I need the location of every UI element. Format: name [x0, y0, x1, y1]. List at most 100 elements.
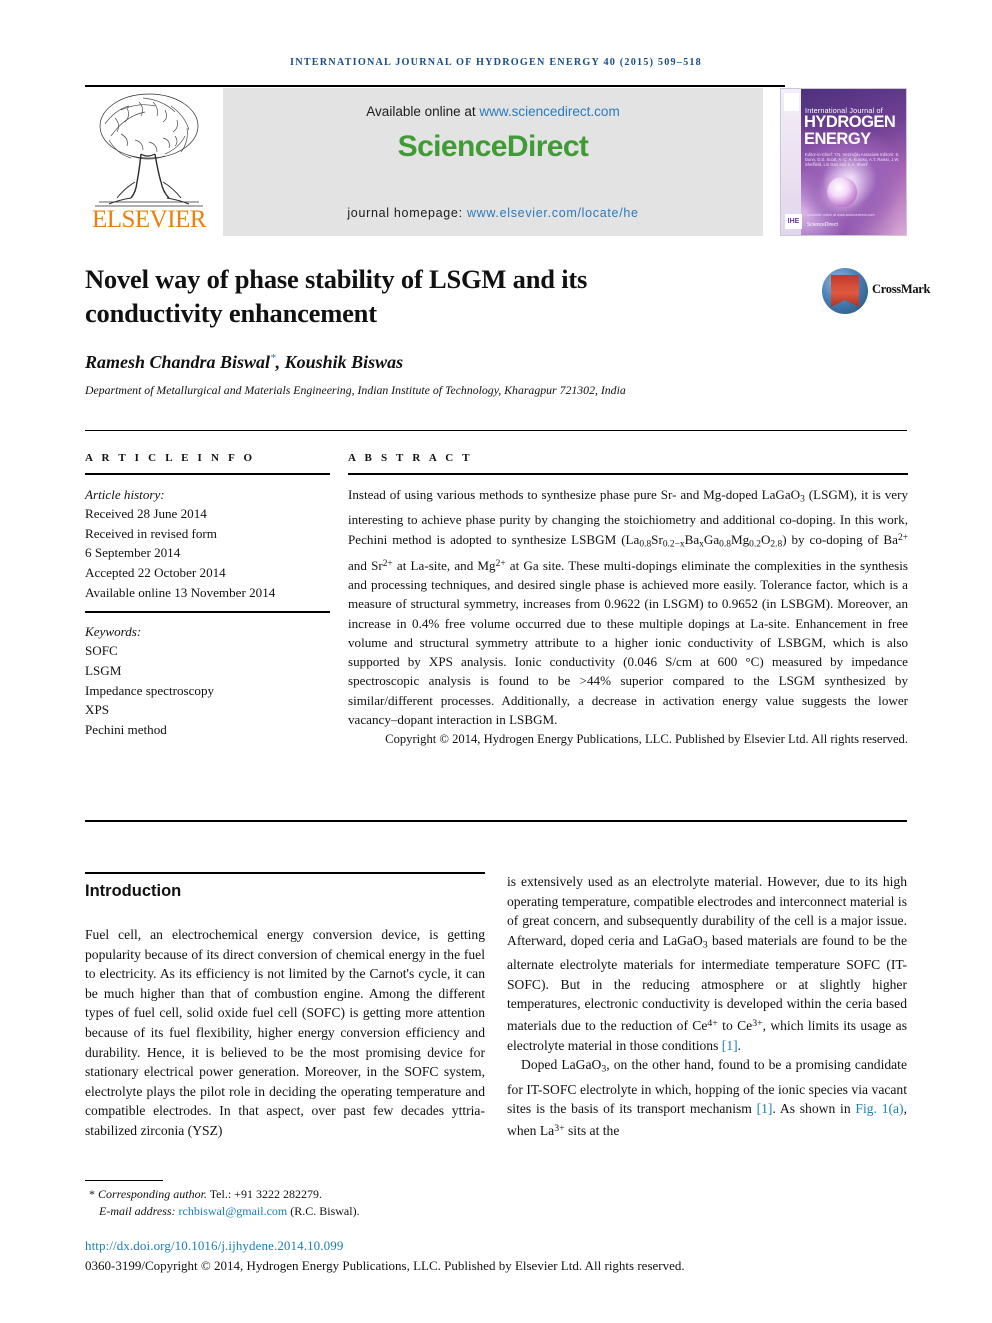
info-section-rule — [85, 430, 907, 431]
crossmark-book-icon — [831, 275, 859, 307]
sciencedirect-url-link[interactable]: www.sciencedirect.com — [479, 104, 619, 119]
article-info-underline — [85, 473, 330, 475]
cover-imprint-badge: IHE — [785, 214, 802, 229]
right2-seg-a: Doped LaGaO — [521, 1057, 602, 1073]
history-item: Received in revised form — [85, 525, 217, 541]
running-head-text: International Journal of Hydrogen Energy… — [290, 57, 702, 68]
issn-copyright-line: 0360-3199/Copyright © 2014, Hydrogen Ene… — [85, 1258, 685, 1273]
abstract-seg-1: Instead of using various methods to synt… — [348, 486, 801, 502]
cover-elsevier-icon — [784, 93, 799, 111]
doi-link-wrapper[interactable]: http://dx.doi.org/10.1016/j.ijhydene.201… — [85, 1238, 343, 1254]
charge-ce3: 3+ — [752, 1017, 763, 1029]
author-list: Ramesh Chandra Biswal*, Koushik Biswas — [85, 352, 785, 373]
right2-seg-c: . As shown in — [772, 1101, 856, 1117]
footnote-rule — [85, 1180, 163, 1181]
keyword-item: Pechini method — [85, 721, 167, 737]
journal-running-head: International Journal of Hydrogen Energy… — [0, 56, 992, 68]
journal-homepage-link[interactable]: www.elsevier.com/locate/he — [467, 206, 639, 220]
formula-sub-mg: 0.2 — [749, 539, 761, 550]
charge-ba: 2+ — [897, 532, 909, 543]
journal-homepage-prefix: journal homepage: — [347, 206, 467, 220]
corresponding-author-note: * Corresponding author. Tel.: +91 3222 2… — [85, 1186, 505, 1203]
header-rule — [85, 85, 785, 87]
formula-sr: Sr — [651, 531, 663, 547]
formula-sub-la: 0.8 — [639, 539, 652, 550]
abstract-text: Instead of using various methods to synt… — [348, 485, 908, 730]
cover-title-line2: ENERGY — [804, 130, 871, 148]
sciencedirect-logo-part1: Science — [397, 130, 508, 163]
formula-o: O — [760, 531, 771, 547]
footnote-asterisk: * — [89, 1187, 95, 1201]
history-item: Received 28 June 2014 — [85, 506, 207, 522]
available-online-line: Available online at www.sciencedirect.co… — [223, 104, 763, 119]
body-column-right: is extensively used as an electrolyte ma… — [507, 872, 907, 1140]
doi-link[interactable]: http://dx.doi.org/10.1016/j.ijhydene.201… — [85, 1238, 343, 1253]
charge-mg: 2+ — [495, 558, 506, 569]
cover-sciencedirect-label: ScienceDirect — [807, 222, 838, 228]
charge-la3: 3+ — [554, 1122, 565, 1134]
keywords-divider — [85, 611, 330, 613]
abstract-seg-3: ) by co-doping of Ba — [782, 531, 898, 547]
footnote-block: * Corresponding author. Tel.: +91 3222 2… — [85, 1186, 505, 1220]
charge-ce4: 4+ — [707, 1017, 718, 1029]
abstract-seg-5: at La-site, and Mg — [392, 557, 496, 573]
right-seg-e: . — [737, 1037, 742, 1053]
introduction-heading: Introduction — [85, 882, 182, 900]
email-link[interactable]: rchbiswal@gmail.com — [179, 1204, 288, 1218]
history-item: Accepted 22 October 2014 — [85, 564, 226, 580]
intro-paragraph-right-2: Doped LaGaO3, on the other hand, found t… — [507, 1055, 907, 1140]
formula-sub-ga: 0.8 — [719, 539, 731, 550]
figure-reference-link[interactable]: Fig. 1(a) — [855, 1101, 903, 1116]
abstract-heading: A B S T R A C T — [348, 452, 473, 464]
intro-paragraph-left: Fuel cell, an electrochemical energy con… — [85, 927, 485, 1138]
elsevier-wordmark: ELSEVIER — [91, 206, 207, 233]
email-note: E-mail address: rchbiswal@gmail.com (R.C… — [85, 1203, 505, 1220]
cover-editors: Editor-in-Chief: T.N. Veziroğlu Associat… — [805, 152, 900, 168]
article-history-label: Article history: — [85, 486, 165, 502]
abstract-underline — [348, 473, 908, 475]
keyword-item: XPS — [85, 702, 110, 718]
corresponding-author-tel: Tel.: +91 3222 282279. — [206, 1187, 322, 1201]
citation-link-1[interactable]: [1] — [722, 1038, 738, 1053]
journal-homepage-line: journal homepage: www.elsevier.com/locat… — [223, 206, 763, 220]
keyword-item: SOFC — [85, 643, 118, 659]
page-title: Novel way of phase stability of LSGM and… — [85, 264, 588, 328]
right2-seg-e: sits at the — [564, 1122, 620, 1138]
formula-ba: Ba — [684, 531, 700, 547]
crossmark-label: CrossMark — [872, 282, 931, 296]
cover-title-line1: HYDROGEN — [804, 113, 896, 131]
formula-sub-o: 2.8 — [770, 539, 783, 550]
formula-ga: Ga — [703, 531, 720, 547]
paper-page: International Journal of Hydrogen Energy… — [0, 0, 992, 1323]
formula-sub-sr: 0.2−x — [662, 539, 685, 550]
sciencedirect-banner: Available online at www.sciencedirect.co… — [223, 88, 763, 236]
formula-mg: Mg — [730, 531, 750, 547]
sciencedirect-logo-part2: Direct — [506, 130, 589, 163]
body-column-left: Fuel cell, an electrochemical energy con… — [85, 925, 485, 1141]
email-address-label: E-mail address: — [99, 1204, 179, 1218]
elsevier-logo: ELSEVIER — [85, 88, 213, 236]
sciencedirect-logo[interactable]: ScienceDirect — [223, 130, 763, 164]
available-online-prefix: Available online at — [366, 104, 480, 119]
abstract-column: A B S T R A C T Instead of using various… — [348, 452, 908, 749]
email-owner: (R.C. Biswal). — [287, 1204, 360, 1218]
keyword-item: Impedance spectroscopy — [85, 682, 215, 698]
cover-availability: Available online at www.sciencedirect.co… — [807, 213, 875, 217]
abstract-copyright: Copyright © 2014, Hydrogen Energy Public… — [385, 732, 908, 747]
keywords-label: Keywords: — [85, 623, 142, 639]
abstract-seg-4: and Sr — [348, 557, 383, 573]
keyword-item: LSGM — [85, 662, 122, 678]
intro-paragraph-right-1: is extensively used as an electrolyte ma… — [507, 872, 907, 1055]
author-secondary: , Koushik Biswas — [275, 352, 404, 372]
cover-orb-graphic — [827, 177, 857, 207]
crossmark-badge[interactable]: CrossMark — [822, 268, 930, 318]
corresponding-author-label: Corresponding author. — [98, 1187, 207, 1201]
elsevier-tree-icon — [91, 90, 207, 208]
article-info-column: A R T I C L E I N F O Article history: R… — [85, 452, 330, 739]
citation-link-2[interactable]: [1] — [757, 1101, 773, 1116]
author-affiliation: Department of Metallurgical and Material… — [85, 383, 626, 397]
abstract-seg-6: at Ga site. These multi-dopings eliminat… — [348, 557, 909, 728]
article-info-heading: A R T I C L E I N F O — [85, 452, 256, 464]
history-item: Available online 13 November 2014 — [85, 584, 276, 600]
masthead: ELSEVIER Available online at www.science… — [85, 88, 907, 238]
